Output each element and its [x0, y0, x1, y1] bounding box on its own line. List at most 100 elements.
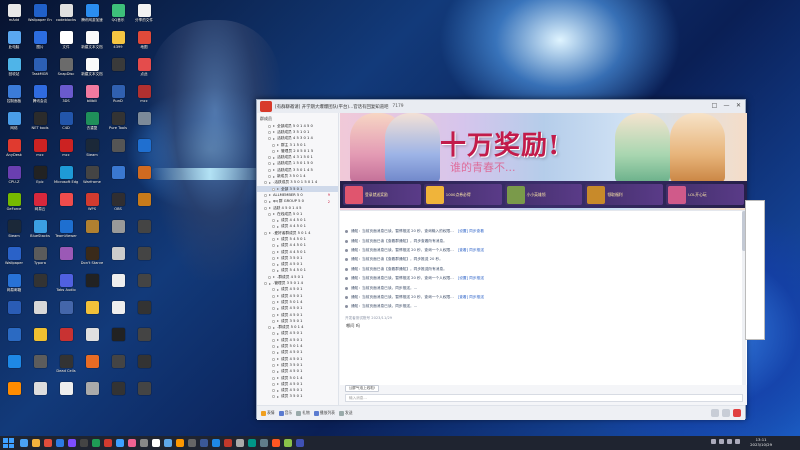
taskbar-app-icon[interactable] [140, 439, 148, 447]
checkbox[interactable] [272, 149, 275, 153]
taskbar-app-icon[interactable] [104, 439, 112, 447]
desktop-icon[interactable]: TaskMGR [28, 56, 52, 83]
music-button[interactable]: 音乐 [278, 410, 292, 416]
expand-arrow-icon[interactable] [277, 370, 279, 373]
desktop-icon[interactable] [2, 353, 26, 380]
desktop-icon[interactable]: Pure Tools [106, 110, 130, 137]
expand-arrow-icon[interactable] [273, 162, 275, 165]
expand-arrow-icon[interactable] [269, 282, 271, 285]
window-titlebar[interactable]: [有群聊邀请] 开学期大爆爆团队(平台)...官话有回复知道吧 7179 □ —… [257, 100, 745, 113]
desktop-icon[interactable] [2, 380, 26, 407]
desktop-icon[interactable]: mcc [54, 137, 78, 164]
settings-icon[interactable] [711, 409, 719, 417]
desktop-icon[interactable]: mcc [28, 137, 52, 164]
message-link[interactable]: [设置] 同步推送 [458, 276, 484, 281]
expand-arrow-icon[interactable] [273, 156, 275, 159]
checkbox[interactable] [272, 376, 275, 380]
checkbox[interactable] [268, 275, 271, 279]
desktop-icon[interactable]: mAdd [2, 2, 26, 29]
message-link[interactable]: [查看] 同步推送 [458, 295, 484, 300]
checkbox[interactable] [272, 256, 275, 260]
expand-arrow-icon[interactable] [277, 377, 279, 380]
share-icon[interactable] [733, 409, 741, 417]
desktop-icon[interactable]: C4D [54, 110, 78, 137]
desktop-icon[interactable] [106, 245, 130, 272]
checkbox[interactable] [268, 326, 271, 330]
checkbox[interactable] [272, 288, 275, 292]
expand-arrow-icon[interactable] [277, 383, 279, 386]
message-link[interactable]: [设置] 同步查看 [458, 229, 484, 234]
promo-card[interactable]: 领取福利 [585, 184, 664, 205]
taskbar-app-icon[interactable] [56, 439, 64, 447]
checkbox[interactable] [272, 345, 275, 349]
taskbar-app-icon[interactable] [44, 439, 52, 447]
checkbox[interactable] [264, 206, 267, 210]
desktop-icon[interactable]: Steam [80, 137, 104, 164]
desktop-icon[interactable] [132, 164, 156, 191]
desktop-icon[interactable]: Wallpaper Engine [28, 2, 52, 29]
checkbox[interactable] [264, 231, 267, 235]
desktop-icon[interactable] [28, 299, 52, 326]
expand-arrow-icon[interactable] [277, 320, 279, 323]
desktop-icon[interactable]: 分享的文件 [132, 2, 156, 29]
close-icon[interactable]: ✕ [734, 101, 743, 111]
desktop-icon[interactable] [28, 326, 52, 353]
desktop-icon[interactable]: bilibili [80, 83, 104, 110]
chat-area[interactable]: 通知：当前页面消息已读，暂停推送 20 秒，查询输入的权限... [设置] 同步查… [340, 210, 747, 385]
desktop-icon[interactable]: SnapDisc [54, 56, 78, 83]
expand-arrow-icon[interactable] [277, 345, 279, 348]
desktop-icon[interactable]: 网络 [2, 110, 26, 137]
desktop-icon[interactable]: 点此 [132, 56, 156, 83]
expand-arrow-icon[interactable] [273, 276, 275, 279]
desktop-icon[interactable] [28, 272, 52, 299]
desktop-icon[interactable] [106, 272, 130, 299]
desktop-icon[interactable] [54, 245, 78, 272]
desktop-icon[interactable] [132, 326, 156, 353]
desktop-icon[interactable] [54, 380, 78, 407]
checkbox[interactable] [272, 143, 275, 147]
taskbar-app-icon[interactable] [80, 439, 88, 447]
desktop-icon[interactable]: Microsoft Edge [54, 164, 78, 191]
desktop-icon[interactable]: mcc [132, 83, 156, 110]
checkbox[interactable] [272, 219, 275, 223]
desktop-icon[interactable] [2, 299, 26, 326]
expand-arrow-icon[interactable] [277, 263, 279, 266]
send-button[interactable]: 发送 [338, 410, 353, 416]
desktop-icon[interactable] [2, 326, 26, 353]
desktop-icon[interactable] [80, 272, 104, 299]
taskbar-app-icon[interactable] [152, 439, 160, 447]
desktop-icon[interactable]: RunD [106, 83, 130, 110]
expand-arrow-icon[interactable] [277, 288, 279, 291]
quick-reply-chip[interactable]: 公屏气泡上线啦! [345, 385, 379, 392]
desktop-icon[interactable]: Typora [28, 245, 52, 272]
checkbox[interactable] [272, 332, 275, 336]
desktop-icon[interactable]: OBS [106, 191, 130, 218]
desktop-icon[interactable] [132, 245, 156, 272]
expand-arrow-icon[interactable] [269, 194, 271, 197]
expand-arrow-icon[interactable] [273, 213, 275, 216]
taskbar-app-icon[interactable] [272, 439, 280, 447]
expand-arrow-icon[interactable] [273, 137, 275, 140]
taskbar-app-icon[interactable] [116, 439, 124, 447]
desktop-icon[interactable] [132, 299, 156, 326]
checkbox[interactable] [272, 307, 275, 311]
desktop-icon[interactable] [132, 218, 156, 245]
desktop-icon[interactable] [132, 110, 156, 137]
checkbox[interactable] [272, 313, 275, 317]
desktop-icon[interactable]: WPS [80, 191, 104, 218]
taskbar-app-icon[interactable] [68, 439, 76, 447]
expand-arrow-icon[interactable] [277, 238, 279, 241]
desktop-icon[interactable] [106, 137, 130, 164]
taskbar-app-icon[interactable] [296, 439, 304, 447]
checkbox[interactable] [272, 389, 275, 393]
desktop-icon[interactable] [132, 353, 156, 380]
more-icon[interactable] [722, 409, 730, 417]
checkbox[interactable] [264, 200, 267, 204]
desktop-icon[interactable] [80, 299, 104, 326]
desktop-icon[interactable]: 4399 [106, 29, 130, 56]
taskbar-app-icon[interactable] [200, 439, 208, 447]
desktop-icon[interactable] [80, 326, 104, 353]
maximize-icon[interactable]: □ [710, 101, 719, 111]
desktop-icon[interactable]: 网易邮箱 [2, 272, 26, 299]
expand-arrow-icon[interactable] [277, 395, 279, 398]
